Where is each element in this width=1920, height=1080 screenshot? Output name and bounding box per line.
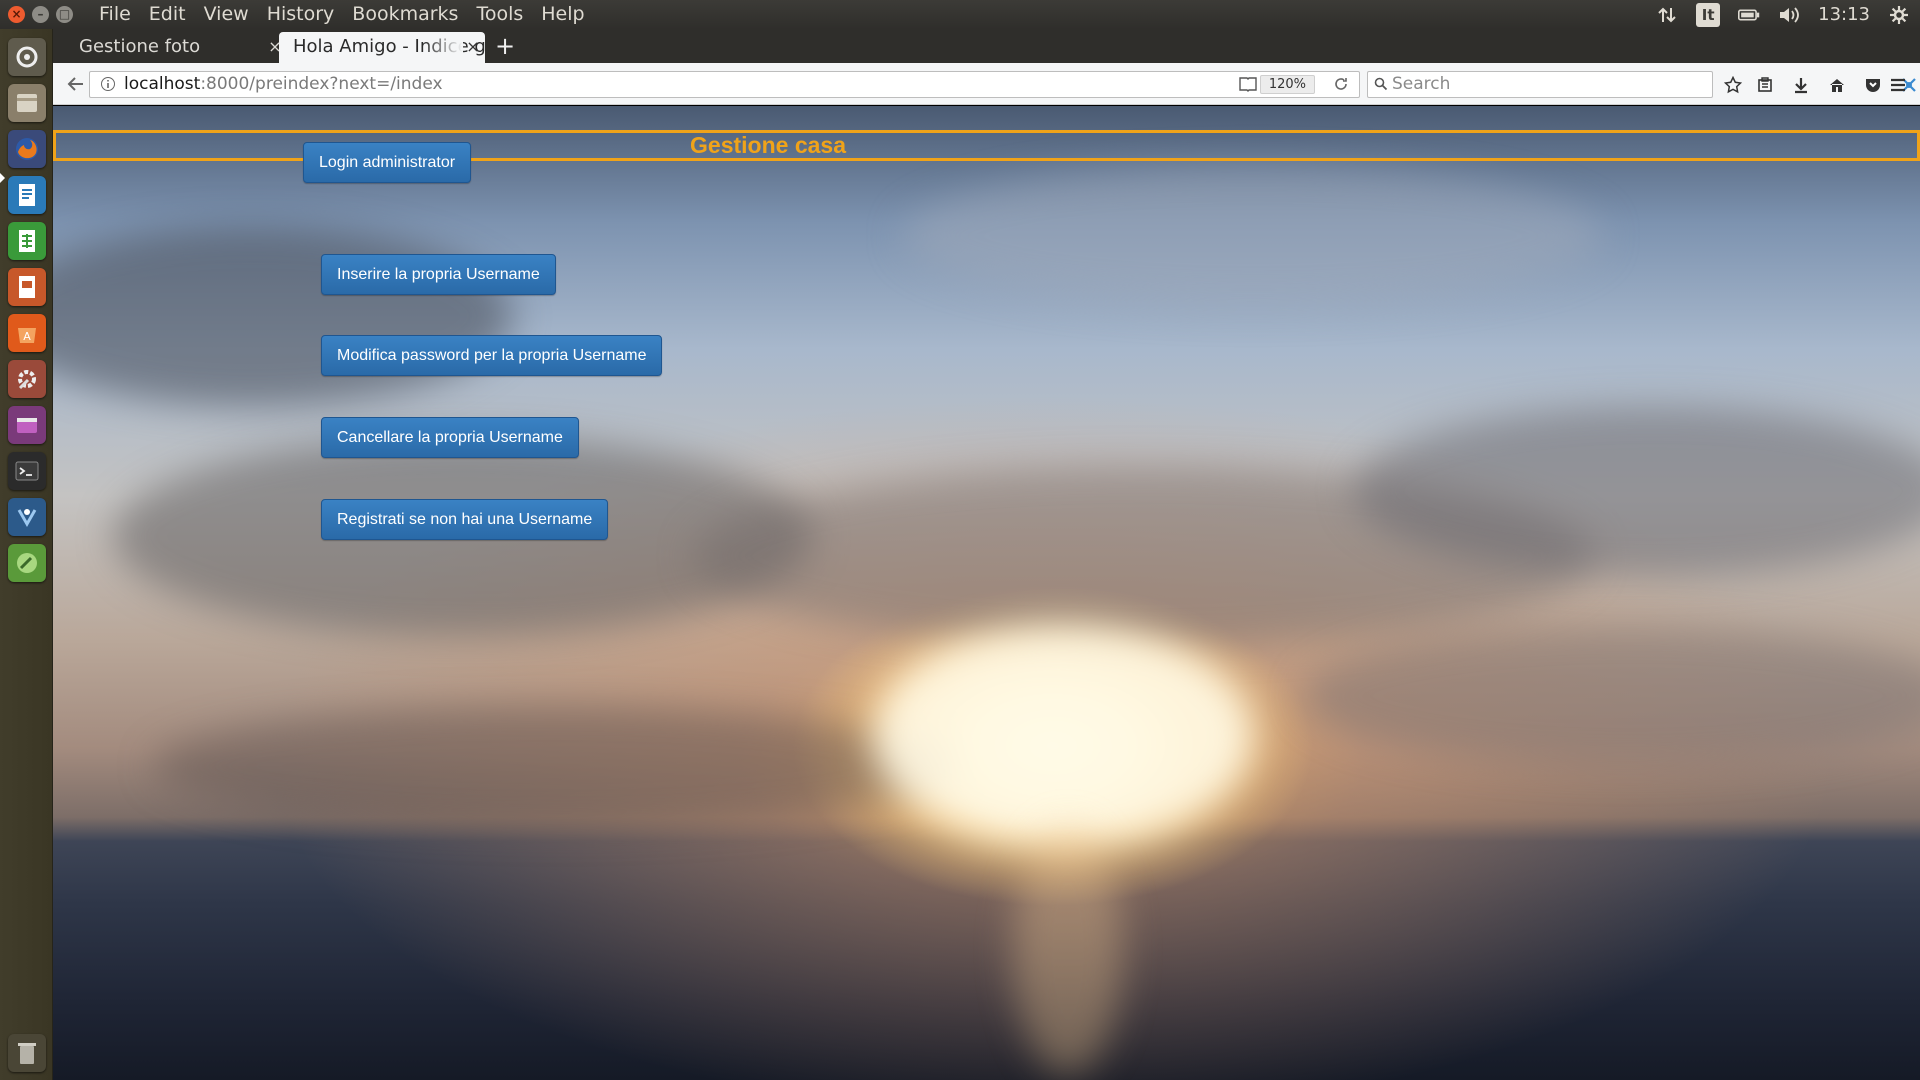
search-bar[interactable] <box>1367 71 1713 98</box>
svg-text:A: A <box>23 330 31 343</box>
tab-strip: Gestione foto × Hola Amigo - Indice g × … <box>53 29 1920 63</box>
battery-icon[interactable] <box>1738 4 1760 26</box>
search-icon <box>1374 77 1388 91</box>
url-path: :8000/preindex?next=/index <box>200 74 443 94</box>
software-center-icon[interactable]: A <box>8 314 46 352</box>
trash-icon[interactable] <box>8 1034 46 1072</box>
terminal-icon[interactable] <box>8 452 46 490</box>
calc-icon[interactable] <box>8 222 46 260</box>
tab-title-fade <box>423 32 463 63</box>
system-settings-icon[interactable] <box>8 360 46 398</box>
impress-icon[interactable] <box>8 268 46 306</box>
menu-history[interactable]: History <box>258 2 344 27</box>
dash-icon[interactable] <box>8 38 46 76</box>
delete-username-button[interactable]: Cancellare la propria Username <box>321 417 579 458</box>
hamburger-menu-icon[interactable] <box>1886 73 1910 97</box>
writer-icon[interactable] <box>8 176 46 214</box>
site-info-icon[interactable] <box>100 76 116 92</box>
tab-hola-amigo[interactable]: Hola Amigo - Indice g × <box>279 32 485 63</box>
page-title: Gestione casa <box>690 132 846 158</box>
menu-help[interactable]: Help <box>532 2 593 27</box>
search-input[interactable] <box>1392 72 1692 97</box>
bookmarks-list-icon[interactable] <box>1753 73 1777 97</box>
downloads-icon[interactable] <box>1789 73 1813 97</box>
volume-icon[interactable] <box>1778 4 1800 26</box>
menu-tools[interactable]: Tools <box>467 2 532 27</box>
back-button[interactable] <box>63 71 89 97</box>
gedit-icon[interactable] <box>8 544 46 582</box>
cloud-shape <box>53 226 513 406</box>
insert-username-button[interactable]: Inserire la propria Username <box>321 254 556 295</box>
menu-edit[interactable]: Edit <box>140 2 195 27</box>
change-password-button[interactable]: Modifica password per la propria Usernam… <box>321 335 663 376</box>
clock[interactable]: 13:13 <box>1818 4 1870 25</box>
pocket-icon[interactable] <box>1861 73 1885 97</box>
cloud-shape <box>153 706 953 826</box>
menubar: File Edit View History Bookmarks Tools H… <box>90 2 594 27</box>
network-transfer-icon[interactable] <box>1656 4 1678 26</box>
launcher: A <box>0 29 53 1080</box>
cloud-shape <box>1353 406 1920 576</box>
gear-icon[interactable] <box>1888 4 1910 26</box>
sun-reflection <box>1013 826 1123 1076</box>
login-administrator-button[interactable]: Login administrator <box>303 142 472 183</box>
register-button[interactable]: Registrati se non hai una Username <box>321 499 609 540</box>
tab-gestione-foto[interactable]: Gestione foto × <box>65 32 285 63</box>
close-tab-icon[interactable]: × <box>465 32 481 62</box>
url-bar[interactable]: localhost:8000/preindex?next=/index 120% <box>89 71 1360 98</box>
back-arrow-icon <box>67 77 83 91</box>
home-icon[interactable] <box>1825 73 1849 97</box>
ide-icon[interactable] <box>8 498 46 536</box>
system-tray: It 13:13 <box>1656 0 1920 29</box>
menu-file[interactable]: File <box>90 2 140 27</box>
window-close-button[interactable]: × <box>8 6 25 23</box>
window-minimize-button[interactable]: – <box>32 6 49 23</box>
files-icon[interactable] <box>8 84 46 122</box>
navigation-bar: localhost:8000/preindex?next=/index 120% <box>53 63 1920 105</box>
window-maximize-button[interactable]: □ <box>56 6 73 23</box>
firefox-icon[interactable] <box>8 130 46 168</box>
new-tab-button[interactable]: + <box>495 31 515 61</box>
cloud-shape <box>1303 626 1920 766</box>
active-app-indicator <box>0 173 5 183</box>
bookmark-star-icon[interactable] <box>1721 73 1745 97</box>
top-panel: × – □ File Edit View History Bookmarks T… <box>0 0 1920 29</box>
tab-title: Gestione foto <box>79 36 201 57</box>
page-viewport: Gestione casa Login administrator Inseri… <box>53 106 1920 1080</box>
zoom-level-badge[interactable]: 120% <box>1259 75 1315 94</box>
reload-icon[interactable] <box>1333 76 1349 92</box>
workspace-switcher-icon[interactable] <box>8 406 46 444</box>
sun-glow <box>873 626 1253 846</box>
menu-view[interactable]: View <box>195 2 258 27</box>
url-text[interactable]: localhost:8000/preindex?next=/index <box>124 72 443 97</box>
cloud-shape <box>903 166 1603 306</box>
menu-bookmarks[interactable]: Bookmarks <box>343 2 467 27</box>
keyboard-layout-indicator[interactable]: It <box>1696 2 1721 27</box>
url-host: localhost <box>124 74 201 94</box>
reader-view-icon[interactable] <box>1239 76 1257 92</box>
